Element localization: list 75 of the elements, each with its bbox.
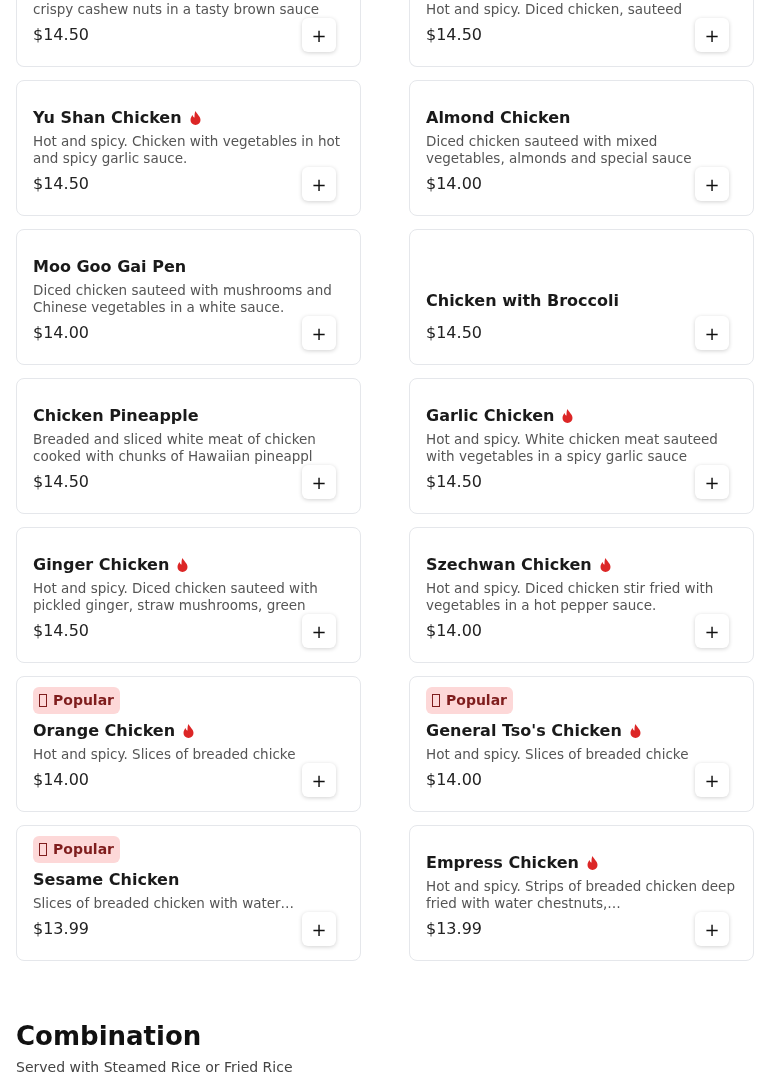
badge-label: Popular: [53, 840, 115, 859]
item-description: Diced chicken sauteed with mixed vegetables, almonds and special sauce: [426, 133, 693, 167]
item-title: Ginger Chicken: [33, 554, 170, 576]
item-title: Garlic Chicken: [426, 405, 555, 427]
item-price: $14.00: [426, 173, 482, 195]
item-price: $14.00: [33, 322, 89, 344]
add-button[interactable]: +: [302, 614, 336, 648]
menu-item-card[interactable]: Szechwan Chicken Hot and spicy. Diced chicken stir fried with vegetables in a hot pepper sauce. $14.00 +: [409, 527, 754, 663]
item-price: $13.99: [426, 918, 482, 940]
menu-item-card[interactable]: Popular General Tso's Chicken Hot and spicy. Slices of breaded chicke $14.00 +: [409, 676, 754, 812]
menu-item-card[interactable]: Moo Goo Gai Pen Diced chicken sauteed with mushrooms and Chinese vegetables in a white sauce. $14.00 +: [16, 229, 361, 365]
menu-item-card[interactable]: Popular Orange Chicken Hot and spicy. Slices of breaded chicke $14.00 +: [16, 676, 361, 812]
item-price: $14.00: [426, 769, 482, 791]
missing-glyph-icon: [39, 843, 47, 856]
menu-item-card[interactable]: Hot and spicy. Diced chicken, sauteed $14.50 +: [409, 0, 754, 67]
item-description: Hot and spicy. Diced chicken stir fried with vegetables in a hot pepper sauce.: [426, 580, 715, 614]
item-title: Orange Chicken: [33, 720, 176, 742]
menu-item-card[interactable]: Garlic Chicken Hot and spicy. White chicken meat sauteed with vegetables in a spicy garlic sauce $14.50 +: [409, 378, 754, 514]
add-button[interactable]: +: [302, 912, 336, 946]
add-button[interactable]: +: [695, 763, 729, 797]
add-button[interactable]: +: [302, 18, 336, 52]
add-button[interactable]: +: [695, 18, 729, 52]
add-button[interactable]: +: [695, 614, 729, 648]
section-subtitle: Served with Steamed Rice or Fried Rice: [16, 1058, 294, 1077]
missing-glyph-icon: [39, 694, 47, 707]
item-description: Hot and spicy. Slices of breaded chicke: [426, 746, 690, 763]
item-description: Breaded and sliced white meat of chicken cooked with chunks of Hawaiian pineappl: [33, 431, 317, 465]
item-title: Moo Goo Gai Pen: [33, 256, 187, 278]
missing-glyph-icon: [432, 694, 440, 707]
item-description: Hot and spicy. Diced chicken sauteed with pickled ginger, straw mushrooms, green: [33, 580, 319, 614]
item-price: $14.50: [426, 24, 482, 46]
section-title: Combination: [16, 1021, 203, 1051]
item-title: Empress Chicken: [426, 852, 579, 874]
add-button[interactable]: +: [695, 912, 729, 946]
item-price: $13.99: [33, 918, 89, 940]
add-button[interactable]: +: [695, 316, 729, 350]
item-price: $14.00: [426, 620, 482, 642]
item-title: Chicken Pineapple: [33, 405, 199, 427]
item-price: $14.00: [33, 769, 89, 791]
add-button[interactable]: +: [695, 465, 729, 499]
item-description: Slices of breaded chicken with water…: [33, 895, 296, 912]
item-price: $14.50: [33, 620, 89, 642]
add-button[interactable]: +: [695, 167, 729, 201]
add-button[interactable]: +: [302, 465, 336, 499]
item-title: Szechwan Chicken: [426, 554, 592, 576]
menu-item-card[interactable]: Popular Sesame Chicken Slices of breaded chicken with water… $13.99 +: [16, 825, 361, 961]
menu-item-card[interactable]: crispy cashew nuts in a tasty brown sauce $14.50 +: [16, 0, 361, 67]
badge-label: Popular: [53, 691, 115, 710]
item-description: Hot and spicy. Strips of breaded chicken deep fried with water chestnuts,…: [426, 878, 736, 912]
item-price: $14.50: [33, 471, 89, 493]
item-description: Hot and spicy. White chicken meat sauteed with vegetables in a spicy garlic sauce: [426, 431, 719, 465]
menu-item-card[interactable]: Yu Shan Chicken Hot and spicy. Chicken with vegetables in hot and spicy garlic sauce. $14.50 +: [16, 80, 361, 216]
item-price: $14.50: [33, 173, 89, 195]
badge-label: Popular: [446, 691, 508, 710]
item-price: $14.50: [33, 24, 89, 46]
menu-item-card[interactable]: Chicken Pineapple Breaded and sliced white meat of chicken cooked with chunks of Hawaiian pineappl $14.50 +: [16, 378, 361, 514]
item-description: crispy cashew nuts in a tasty brown sauce: [33, 1, 321, 18]
item-description: Hot and spicy. Slices of breaded chicke: [33, 746, 297, 763]
menu-item-card[interactable]: Empress Chicken Hot and spicy. Strips of breaded chicken deep fried with water chestnuts,… $13.99 +: [409, 825, 754, 961]
item-description: Hot and spicy. Chicken with vegetables in hot and spicy garlic sauce.: [33, 133, 342, 167]
add-button[interactable]: +: [302, 167, 336, 201]
item-title: Sesame Chicken: [33, 869, 180, 891]
item-title: Yu Shan Chicken: [33, 107, 182, 129]
menu-item-card[interactable]: Chicken with Broccoli $14.50 +: [409, 229, 754, 365]
add-button[interactable]: +: [302, 316, 336, 350]
item-title: Almond Chicken: [426, 107, 571, 129]
item-description: Hot and spicy. Diced chicken, sauteed: [426, 1, 684, 18]
item-price: $14.50: [426, 322, 482, 344]
menu-item-card[interactable]: Almond Chicken Diced chicken sauteed with mixed vegetables, almonds and special sauce $14.00 +: [409, 80, 754, 216]
menu-item-card[interactable]: Ginger Chicken Hot and spicy. Diced chicken sauteed with pickled ginger, straw mushrooms, green $14.50 +: [16, 527, 361, 663]
item-title: Chicken with Broccoli: [426, 290, 619, 312]
item-title: General Tso's Chicken: [426, 720, 622, 742]
add-button[interactable]: +: [302, 763, 336, 797]
item-price: $14.50: [426, 471, 482, 493]
item-description: Diced chicken sauteed with mushrooms and Chinese vegetables in a white sauce.: [33, 282, 333, 316]
